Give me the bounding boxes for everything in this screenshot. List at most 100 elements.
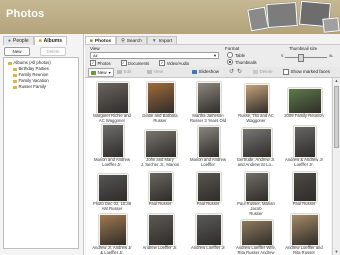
photo-thumbnail-cell[interactable]: Andrew Loeffler Jr. <box>138 212 182 255</box>
photo-thumbnail-cell[interactable]: Marion and Andrew Loeffler <box>186 124 230 168</box>
checkbox-label: Video/Audio <box>166 60 190 66</box>
left-tabs: ● People ■ Albums <box>3 36 67 45</box>
photo-thumbnail-cell[interactable]: Andrew Loeffler Wife, Rita Russer Andrew <box>234 212 278 255</box>
photo-thumbnail-cell[interactable]: Paul Russer, Marian Jacob Russer <box>234 168 278 216</box>
photo-thumbnail-cell[interactable]: Paul Russer <box>186 168 230 212</box>
photo-thumbnail[interactable] <box>291 214 319 246</box>
format-label: Format <box>225 46 240 51</box>
photo-thumbnail[interactable] <box>197 82 221 114</box>
photo-caption: Andrew & Andrew Jr Loeffler Jr. <box>282 157 326 167</box>
photo-thumbnail-cell[interactable]: Paul Russer <box>282 168 326 212</box>
tree-item-label: Russer Family <box>18 84 46 89</box>
show-marked-faces-toggle[interactable]: Show marked faces <box>281 68 332 75</box>
photo-thumbnail-cell[interactable]: Martha Jameson Russer 3 Years Old <box>186 80 230 124</box>
photo-thumbnail-cell[interactable]: Russe, Tito and AC Waggoner <box>234 80 278 124</box>
photo-toolbar: New ▼ Edit View Slideshow ↺ ↻ Delete Sho… <box>85 67 340 78</box>
button-label: New <box>97 70 107 75</box>
tree-item-russer-family[interactable]: Russer Family <box>13 84 46 90</box>
photo-thumbnail[interactable] <box>198 126 220 158</box>
photo-thumbnail[interactable] <box>99 214 127 246</box>
slideshow-button[interactable]: Slideshow <box>190 68 221 75</box>
photo-thumbnail[interactable] <box>241 220 273 246</box>
photos-checkbox[interactable]: ✓ Photos <box>90 60 111 66</box>
photo-caption-line: Loeffler <box>201 162 215 167</box>
photo-thumbnail-cell[interactable]: Marion and Andrew Loeffler Jr. <box>90 124 134 168</box>
format-thumbnails-radio[interactable]: Thumbnails <box>227 59 257 65</box>
view-button[interactable]: View <box>145 68 165 75</box>
photo-thumbnail-cell[interactable]: Andrew Loeffler Jr <box>186 212 230 255</box>
photo-thumbnail-cell[interactable]: Andrew & Andrew Jr Loeffler Jr. <box>282 124 326 168</box>
photo-thumbnail[interactable] <box>197 172 221 202</box>
slider-track <box>285 56 327 58</box>
button-label: View <box>153 69 164 74</box>
checkbox-label: Documents <box>128 60 150 66</box>
photo-caption-line: Paul Russer <box>292 201 316 206</box>
vertical-scrollbar[interactable]: ▲ ▼ <box>332 78 340 255</box>
import-icon: ▼ <box>151 38 157 44</box>
thumbnail-size-slider[interactable]: S XL <box>281 54 333 62</box>
tab-people[interactable]: ● People <box>3 36 34 45</box>
checkbox-label: Photos <box>97 60 111 66</box>
photo-thumbnail[interactable] <box>245 84 269 114</box>
photo-thumbnail-cell[interactable]: 2009 Family Reunion <box>282 80 326 124</box>
checkbox-checked-icon: ✓ <box>120 60 127 66</box>
photo-thumbnail[interactable] <box>148 214 174 246</box>
tab-albums-label: Albums <box>43 38 62 44</box>
new-album-button[interactable]: New <box>4 47 30 56</box>
photo-thumbnail[interactable] <box>147 82 175 114</box>
slider-handle[interactable] <box>298 54 305 62</box>
photo-caption-line: Paul Russer, Marian Jacob <box>237 201 275 211</box>
photo-thumbnail-cell[interactable]: Andrew Jr, Andrew Jr & Loeffler Jr. <box>90 212 134 255</box>
rotate-left-icon: ↺ <box>229 69 235 75</box>
photo-thumbnail[interactable] <box>294 126 316 158</box>
scroll-down-icon[interactable]: ▼ <box>333 249 340 255</box>
tab-albums[interactable]: ■ Albums <box>33 36 67 45</box>
photo-thumbnail[interactable] <box>288 88 322 114</box>
view-select[interactable]: All ▼ <box>90 52 219 59</box>
video-audio-checkbox[interactable]: ✓ Video/Audio <box>159 60 189 66</box>
photo-thumbnail-cell[interactable]: Diane and Barbara Russer <box>138 80 182 124</box>
photo-caption: Andrew Loeffler Jr. <box>138 245 182 250</box>
photo-thumbnail[interactable] <box>196 214 222 246</box>
photo-thumbnail-cell[interactable]: Paul Russer <box>138 168 182 212</box>
rotate-right-button[interactable]: ↻ <box>235 68 244 75</box>
photo-thumbnail-cell[interactable]: Andrew Loeffler and Rita Russer <box>282 212 326 255</box>
photo-thumbnail[interactable] <box>245 172 269 202</box>
photo-thumbnail[interactable] <box>293 172 317 202</box>
photo-thumbnail[interactable] <box>102 124 124 158</box>
photo-thumbnail[interactable] <box>242 128 272 158</box>
main-panel: ■ Photos ⚲ Search ▼ Import View All ▼ ✓ … <box>85 34 340 255</box>
photo-thumbnail-cell[interactable]: John and Mary J. Secher Jr., Marion <box>138 124 182 168</box>
scrollbar-thumb[interactable] <box>334 86 339 148</box>
photo-thumbnail-cell[interactable]: Gertrude, Andrew Jr. and Andrew Sr Lo... <box>234 124 278 168</box>
photo-thumbnail[interactable] <box>97 82 129 114</box>
photo-thumbnail-cell[interactable]: Margaret Richie and AC Waggoner <box>90 80 134 124</box>
photo-thumbnail-cell[interactable]: Photo Dec 02, 10:38 AM Russer <box>90 168 134 212</box>
photo-thumbnail[interactable] <box>98 174 128 202</box>
radio-icon <box>227 52 233 58</box>
folder-icon <box>8 61 12 65</box>
rotate-right-icon: ↻ <box>237 69 243 75</box>
search-icon: ⚲ <box>121 38 125 44</box>
photo-icon: ■ <box>90 38 93 44</box>
photo-caption: Gertrude, Andrew Jr. and Andrew Sr Lo... <box>234 157 278 167</box>
photo-caption: John and Mary J. Secher Jr., Marion <box>138 157 182 167</box>
photo-caption-line: Rita Russer Andrew <box>237 250 275 255</box>
tab-photos-label: Photos <box>94 38 112 44</box>
delete-album-button[interactable]: Delete <box>40 47 66 56</box>
photo-thumbnail[interactable] <box>145 130 177 158</box>
photo-caption: Margaret Richie and AC Waggoner <box>90 113 134 123</box>
checkbox-checked-icon: ✓ <box>159 60 166 66</box>
photo-caption-line: Andrew Loeffler Jr. <box>142 245 178 250</box>
photo-caption-line: AC Waggoner <box>98 118 126 123</box>
checkbox-unchecked-icon <box>283 68 289 75</box>
photo-caption-line: Loeffler Jr. <box>294 162 314 167</box>
format-table-radio[interactable]: Table <box>227 52 245 58</box>
edit-button[interactable]: Edit <box>115 68 133 75</box>
delete-photo-button[interactable]: Delete <box>251 68 275 75</box>
scroll-up-icon[interactable]: ▲ <box>333 78 340 84</box>
documents-checkbox[interactable]: ✓ Documents <box>120 60 150 66</box>
photo-thumbnail[interactable] <box>149 172 173 202</box>
new-photo-button[interactable]: New ▼ <box>88 68 115 77</box>
filter-panel: View All ▼ ✓ Photos ✓ Documents ✓ Video/… <box>85 44 340 68</box>
